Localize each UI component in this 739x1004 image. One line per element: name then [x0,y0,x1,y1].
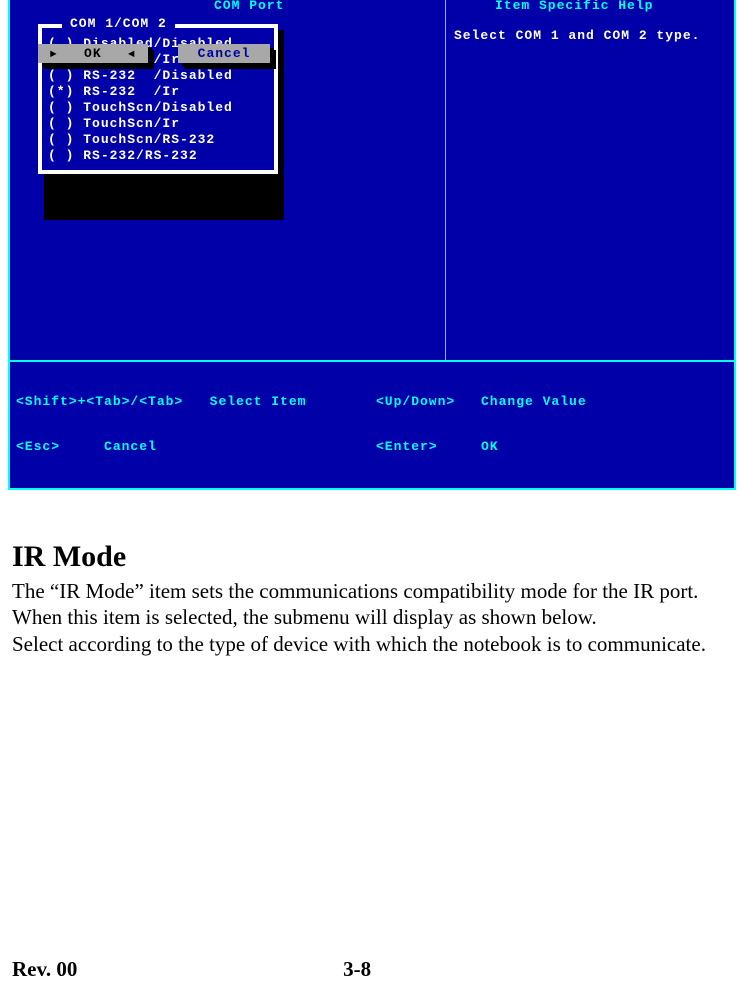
help-text: Select COM 1 and COM 2 type. [454,28,726,43]
doc-para-3: Select according to the type of device w… [12,631,727,657]
buttons-row: ► OK ◄ Cancel [38,44,445,63]
option-rs232-ir[interactable]: (*) RS-232 /Ir [48,84,268,100]
ir-mode-heading: IR Mode [12,540,727,574]
doc-para-1: The “IR Mode” item sets the communicatio… [12,578,727,604]
footer-key-updown: <Up/Down> [376,394,481,409]
footer-key-esc: <Esc> [16,439,60,454]
triangle-right-icon: ► [50,49,58,61]
footer-action-change: Change Value [481,394,728,409]
footer-action-ok: OK [481,439,728,454]
popup-title: COM 1/COM 2 [62,16,175,31]
footer-action-cancel: Cancel [104,439,157,454]
cancel-button[interactable]: Cancel [178,44,271,63]
left-panel-title: COM Port [210,0,288,13]
help-panel: Item Specific Help Select COM 1 and COM … [446,0,736,360]
page-footer: Rev. 00 3-8 [0,657,739,1004]
left-panel: COM Port COM 1/COM 2 ( ) Disabled/Disabl… [8,0,446,360]
bios-screenshot: COM Port COM 1/COM 2 ( ) Disabled/Disabl… [8,0,736,490]
footer-bar: <Shift>+<Tab>/<Tab> Select Item <Esc> Ca… [8,360,736,490]
footer-key-enter: <Enter> [376,439,481,454]
option-touchscn-rs232[interactable]: ( ) TouchScn/RS-232 [48,132,268,148]
footer-pagenum: 3-8 [343,957,371,982]
option-touchscn-ir[interactable]: ( ) TouchScn/Ir [48,116,268,132]
footer-action-select: Select Item [210,394,307,409]
option-rs232-rs232[interactable]: ( ) RS-232/RS-232 [48,148,268,164]
triangle-left-icon: ◄ [128,49,136,61]
help-panel-title: Item Specific Help [491,0,657,13]
document-body: IR Mode The “IR Mode” item sets the comm… [0,490,739,657]
option-touchscn-disabled[interactable]: ( ) TouchScn/Disabled [48,100,268,116]
footer-rev: Rev. 00 [12,957,77,982]
option-rs232-disabled[interactable]: ( ) RS-232 /Disabled [48,68,268,84]
ok-button[interactable]: ► OK ◄ [38,44,148,63]
doc-para-2: When this item is selected, the submenu … [12,604,727,630]
footer-key-shift-tab: <Shift>+<Tab>/<Tab> [16,394,183,409]
